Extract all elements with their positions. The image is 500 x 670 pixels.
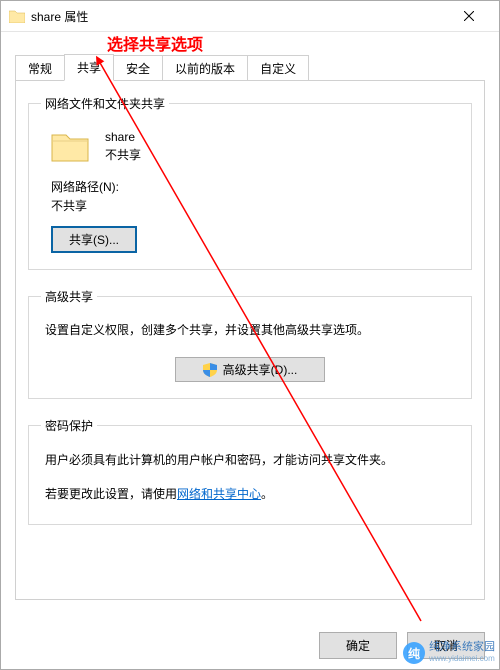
folder-share-status: 不共享 (105, 146, 141, 164)
password-text-2-suffix: 。 (261, 487, 273, 501)
tab-body: 网络文件和文件夹共享 share 不共享 网络路径(N): 不共享 共享(S).… (15, 80, 485, 600)
password-text-2-prefix: 若要更改此设置，请使用 (45, 487, 177, 501)
group-advanced-sharing-legend: 高级共享 (41, 288, 97, 305)
share-button[interactable]: 共享(S)... (51, 226, 137, 253)
titlebar: share 属性 (1, 1, 499, 32)
folder-icon (9, 9, 25, 23)
advanced-sharing-button[interactable]: 高级共享(D)... (175, 357, 325, 382)
watermark: 纯 纯净系统家园 www.yidaimei.com (403, 641, 495, 665)
group-password-protection-legend: 密码保护 (41, 417, 97, 434)
password-text-1: 用户必须具有此计算机的用户帐户和密码，才能访问共享文件夹。 (45, 450, 455, 470)
watermark-text: 纯净系统家园 www.yidaimei.com (429, 641, 495, 665)
tab-general[interactable]: 常规 (15, 55, 65, 81)
annotation-text: 选择共享选项 (107, 31, 203, 55)
close-button[interactable] (447, 1, 491, 31)
properties-window: share 属性 选择共享选项 常规 共享 安全 以前的版本 自定义 网络文件和… (0, 0, 500, 670)
tab-custom[interactable]: 自定义 (247, 55, 309, 81)
shield-icon (203, 363, 217, 377)
group-network-sharing: 网络文件和文件夹共享 share 不共享 网络路径(N): 不共享 共享(S).… (28, 95, 472, 270)
window-title: share 属性 (31, 8, 447, 25)
group-password-protection: 密码保护 用户必须具有此计算机的用户帐户和密码，才能访问共享文件夹。 若要更改此… (28, 417, 472, 525)
tab-previous-versions[interactable]: 以前的版本 (162, 55, 248, 81)
folder-name: share (105, 128, 141, 146)
tab-security[interactable]: 安全 (113, 55, 163, 81)
folder-info: share 不共享 (105, 128, 141, 164)
folder-large-icon (51, 130, 89, 162)
network-sharing-center-link[interactable]: 网络和共享中心 (177, 487, 261, 501)
folder-info-row: share 不共享 (51, 128, 459, 164)
advanced-sharing-button-label: 高级共享(D)... (223, 361, 298, 378)
tab-share[interactable]: 共享 (64, 54, 114, 81)
group-advanced-sharing: 高级共享 设置自定义权限，创建多个共享，并设置其他高级共享选项。 高级共享(D)… (28, 288, 472, 399)
watermark-url: www.yidaimei.com (429, 653, 495, 665)
network-path-value: 不共享 (51, 197, 459, 214)
password-text-2: 若要更改此设置，请使用网络和共享中心。 (45, 484, 455, 504)
tab-strip: 常规 共享 安全 以前的版本 自定义 (15, 56, 499, 80)
network-path-label: 网络路径(N): (51, 178, 459, 195)
group-network-sharing-legend: 网络文件和文件夹共享 (41, 95, 169, 112)
advanced-sharing-text: 设置自定义权限，创建多个共享，并设置其他高级共享选项。 (45, 321, 455, 339)
watermark-brand: 纯净系统家园 (429, 641, 495, 653)
ok-button[interactable]: 确定 (319, 632, 397, 659)
watermark-badge-icon: 纯 (403, 642, 425, 664)
